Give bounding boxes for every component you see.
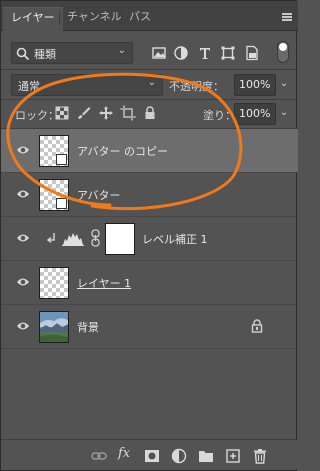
eye-icon[interactable] <box>16 144 30 156</box>
layer-name[interactable]: レベル補正 1 <box>142 231 208 247</box>
clipping-arrow-icon <box>47 233 55 244</box>
layers-panel: レイヤー チャンネル パス 種類 ⌄ 通常 ⌄ 不透明度： 100% ⌄ ロック… <box>0 0 298 471</box>
layer-mask-thumbnail[interactable] <box>105 223 135 255</box>
filter-smart-object-icon[interactable] <box>244 45 260 61</box>
eye-icon[interactable] <box>16 232 30 244</box>
tab-divider <box>121 11 122 25</box>
fill-dropdown-icon[interactable]: ⌄ <box>277 103 291 125</box>
blend-mode-value: 通常 <box>18 80 40 93</box>
lock-label: ロック： <box>15 109 59 122</box>
chevron-down-icon: ⌄ <box>117 45 126 56</box>
background-thumbnail <box>39 311 69 343</box>
lock-artboard-icon[interactable] <box>120 105 136 121</box>
search-icon <box>16 47 30 61</box>
trash-icon[interactable] <box>252 448 268 464</box>
fill-label: 塗り： <box>203 109 236 122</box>
layer-thumbnail <box>39 135 69 167</box>
layer-thumbnail <box>39 267 69 299</box>
tab-channels[interactable]: チャンネル <box>61 9 128 31</box>
add-mask-icon[interactable] <box>144 448 160 464</box>
divider <box>1 99 298 100</box>
fill-field[interactable]: 100% <box>234 103 276 125</box>
eye-icon[interactable] <box>16 188 30 200</box>
chevron-down-icon: ⌄ <box>147 77 156 88</box>
lock-transparent-pixels-icon[interactable] <box>54 105 70 121</box>
lock-icon[interactable] <box>251 319 263 333</box>
panel-menu-icon[interactable] <box>282 13 292 21</box>
opacity-dropdown-icon[interactable]: ⌄ <box>277 74 291 96</box>
filter-kind-label: 種類 <box>34 48 56 61</box>
panel-tab-bar: レイヤー チャンネル パス <box>1 1 298 32</box>
opacity-field[interactable]: 100% <box>234 74 276 96</box>
layer-row-avatar-copy[interactable]: アバター のコピー <box>1 129 298 173</box>
lock-all-icon[interactable] <box>142 105 158 121</box>
filter-pixel-icon[interactable] <box>151 45 167 61</box>
layer-thumbnail <box>39 179 69 211</box>
new-layer-icon[interactable] <box>225 448 241 464</box>
opacity-label: 不透明度： <box>169 80 224 93</box>
divider <box>1 69 298 70</box>
eye-icon[interactable] <box>16 320 30 332</box>
filter-toggle[interactable] <box>277 41 289 63</box>
layer-name[interactable]: アバター のコピー <box>77 143 168 159</box>
eye-icon[interactable] <box>16 276 30 288</box>
layer-name[interactable]: アバター <box>77 187 121 203</box>
layer-row-levels[interactable]: レベル補正 1 <box>1 217 298 261</box>
link-icon[interactable] <box>91 448 107 464</box>
layer-name[interactable]: 背景 <box>77 319 99 335</box>
fx-icon[interactable]: fx <box>118 446 134 462</box>
levels-histogram-icon <box>62 233 84 246</box>
layers-bottom-toolbar: fx <box>1 439 298 469</box>
lock-position-icon[interactable] <box>98 105 114 121</box>
tab-divider <box>59 11 60 25</box>
filter-shape-icon[interactable] <box>220 45 236 61</box>
smart-object-badge-icon <box>56 154 67 165</box>
tab-layers[interactable]: レイヤー <box>3 7 63 32</box>
layer-name[interactable]: レイヤー 1 <box>77 275 131 291</box>
tab-paths[interactable]: パス <box>123 9 157 31</box>
layer-row-layer1[interactable]: レイヤー 1 <box>1 261 298 305</box>
filter-adjustment-icon[interactable] <box>173 45 189 61</box>
lock-image-pixels-icon[interactable] <box>76 105 92 121</box>
layer-row-background[interactable]: 背景 <box>1 305 298 349</box>
filter-kind-select[interactable]: 種類 ⌄ <box>11 42 133 64</box>
adjustment-layer-icon[interactable] <box>171 448 187 464</box>
mask-link-icon[interactable] <box>91 229 100 247</box>
folder-icon[interactable] <box>198 448 214 464</box>
blend-mode-select[interactable]: 通常 ⌄ <box>11 74 163 96</box>
smart-object-badge-icon <box>56 198 67 209</box>
filter-type-icon[interactable] <box>197 45 213 61</box>
layer-row-avatar[interactable]: アバター <box>1 173 298 217</box>
